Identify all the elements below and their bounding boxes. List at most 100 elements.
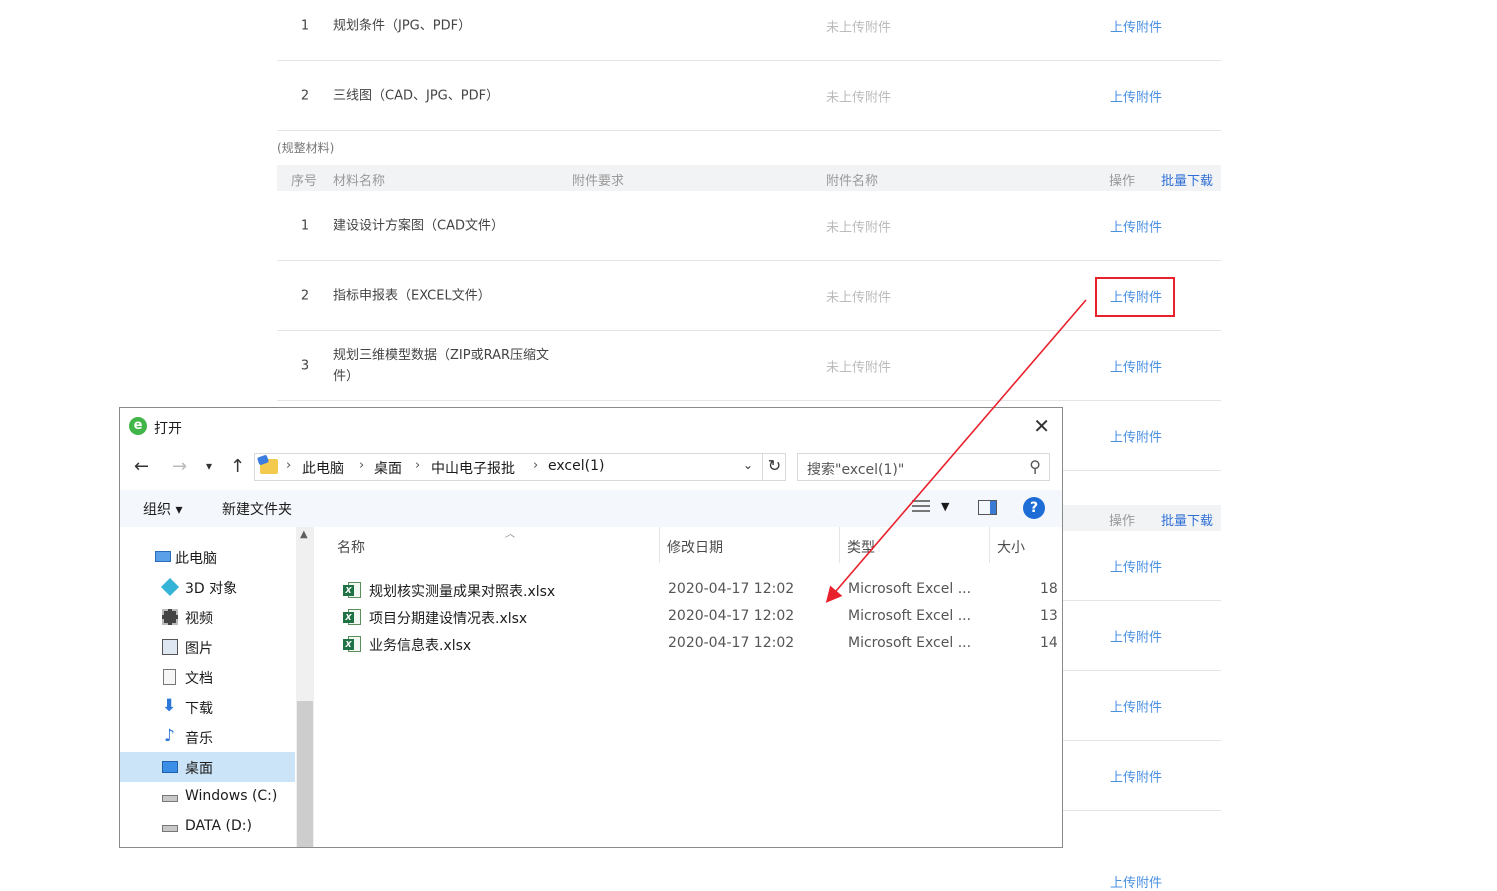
header-material: 材料名称 xyxy=(333,174,386,189)
sidebar-scrollbar[interactable]: ▲ xyxy=(296,527,314,847)
excel-file-icon: X xyxy=(343,635,361,653)
sidebar-item-desktop[interactable]: 桌面 xyxy=(120,752,295,782)
chevron-down-icon[interactable]: ⌄ xyxy=(743,458,753,472)
sidebar-item-label: 桌面 xyxy=(185,761,213,777)
forward-arrow-icon[interactable]: → xyxy=(172,456,187,477)
scrollbar-thumb[interactable] xyxy=(297,701,313,847)
column-label: 名称 xyxy=(337,540,365,556)
sidebar-item-drive-c[interactable]: Windows (C:) xyxy=(120,782,295,812)
cube-icon xyxy=(160,577,180,597)
sidebar-item-label: 此电脑 xyxy=(175,551,217,567)
bulk-download-link[interactable]: 批量下载 xyxy=(1161,170,1213,189)
header-operation: 操作 xyxy=(1109,514,1136,529)
chevron-right-icon: › xyxy=(286,458,292,473)
header-seq: 序号 xyxy=(291,174,318,189)
attachment-status: 未上传附件 xyxy=(826,20,892,35)
upload-attachment-link[interactable]: 上传附件 xyxy=(1110,556,1162,575)
file-modified: 2020-04-17 12:02 xyxy=(668,635,795,651)
dialog-titlebar: e 打开 ✕ xyxy=(120,408,1062,446)
upload-attachment-link[interactable]: 上传附件 xyxy=(1110,696,1162,715)
header-requirement: 附件要求 xyxy=(572,174,625,189)
column-header-size[interactable]: 大小 xyxy=(990,527,1062,563)
video-icon xyxy=(162,609,178,625)
up-arrow-icon[interactable]: ↑ xyxy=(230,456,245,477)
section-label: (规整材料) xyxy=(277,141,335,155)
file-size: 13 xyxy=(1040,608,1058,624)
drive-icon xyxy=(162,795,178,802)
sidebar-item-3d-objects[interactable]: 3D 对象 xyxy=(120,572,295,602)
header-operation: 操作 xyxy=(1109,174,1136,189)
back-arrow-icon[interactable]: ← xyxy=(134,456,149,477)
search-icon: ⚲ xyxy=(1029,457,1041,476)
sidebar-item-this-pc[interactable]: 此电脑 xyxy=(120,542,295,572)
table-row: 1 建设设计方案图（CAD文件） 未上传附件 上传附件 xyxy=(277,191,1221,261)
preview-pane-icon[interactable] xyxy=(978,500,997,515)
file-size: 18 xyxy=(1040,581,1058,597)
excel-file-icon: X xyxy=(343,608,361,626)
material-name: 规划条件（JPG、PDF） xyxy=(333,18,472,33)
material-name: 三线图（CAD、JPG、PDF） xyxy=(333,88,500,103)
sidebar-item-videos[interactable]: 视频 xyxy=(120,602,295,632)
sidebar-item-documents[interactable]: 文档 xyxy=(120,662,295,692)
refresh-icon[interactable]: ↻ xyxy=(762,453,786,481)
organize-button[interactable]: 组织 ▾ xyxy=(143,499,182,519)
upload-attachment-link[interactable]: 上传附件 xyxy=(1110,356,1162,375)
sidebar-item-downloads[interactable]: ⬇ 下载 xyxy=(120,692,295,722)
table-row: 2 三线图（CAD、JPG、PDF） 未上传附件 上传附件 xyxy=(277,61,1221,131)
column-label: 类型 xyxy=(847,540,875,556)
file-modified: 2020-04-17 12:02 xyxy=(668,581,795,597)
upload-attachment-link[interactable]: 上传附件 xyxy=(1110,626,1162,645)
sidebar-item-label: 图片 xyxy=(185,641,213,657)
upload-attachment-link[interactable]: 上传附件 xyxy=(1110,766,1162,785)
column-header-type[interactable]: 类型 xyxy=(840,527,990,563)
navigation-bar: ← → ▾ ↑ › 此电脑 › 桌面 › 中山电子报批 › excel(1) ⌄… xyxy=(120,452,1062,482)
music-icon: ♪ xyxy=(164,726,175,746)
breadcrumb-desktop[interactable]: 桌面 xyxy=(374,458,402,478)
material-name: 建设设计方案图（CAD文件） xyxy=(333,218,504,233)
view-options-icon[interactable] xyxy=(912,500,930,516)
breadcrumb-zhongshan[interactable]: 中山电子报批 xyxy=(431,458,515,478)
recent-dropdown-icon[interactable]: ▾ xyxy=(206,459,212,473)
search-input[interactable]: 搜索"excel(1)" ⚲ xyxy=(797,453,1050,481)
upload-attachment-link[interactable]: 上传附件 xyxy=(1110,872,1162,891)
column-header-modified[interactable]: 修改日期 xyxy=(660,527,840,563)
address-bar[interactable]: › 此电脑 › 桌面 › 中山电子报批 › excel(1) ⌄ xyxy=(254,453,786,481)
chevron-right-icon: › xyxy=(533,458,539,473)
column-header-name[interactable]: 名称 ︿ xyxy=(330,527,660,563)
sort-up-icon: ︿ xyxy=(505,529,515,540)
dialog-toolbar: 组织 ▾ 新建文件夹 ▼ ? xyxy=(120,490,1062,527)
file-name: 项目分期建设情况表.xlsx xyxy=(369,611,528,627)
breadcrumb-this-pc[interactable]: 此电脑 xyxy=(302,458,344,478)
help-icon[interactable]: ? xyxy=(1023,497,1045,519)
upload-attachment-link[interactable]: 上传附件 xyxy=(1110,216,1162,235)
sidebar-item-label: 视频 xyxy=(185,611,213,627)
file-row[interactable]: X 业务信息表.xlsx 2020-04-17 12:02 Microsoft … xyxy=(316,631,1062,658)
attachment-status: 未上传附件 xyxy=(826,220,892,235)
file-type: Microsoft Excel ... xyxy=(848,581,972,597)
file-row[interactable]: X 规划核实测量成果对照表.xlsx 2020-04-17 12:02 Micr… xyxy=(316,577,1062,604)
upload-attachment-link[interactable]: 上传附件 xyxy=(1110,426,1162,445)
upload-attachment-link[interactable]: 上传附件 xyxy=(1110,16,1162,35)
file-type: Microsoft Excel ... xyxy=(848,608,972,624)
breadcrumb-excel[interactable]: excel(1) xyxy=(548,458,604,474)
ie-icon: e xyxy=(129,417,147,435)
view-dropdown-icon[interactable]: ▼ xyxy=(941,500,949,513)
file-open-dialog: e 打开 ✕ ← → ▾ ↑ › 此电脑 › 桌面 › 中山电子报批 › exc… xyxy=(119,407,1063,848)
sidebar-item-label: 下载 xyxy=(185,701,213,717)
drive-icon xyxy=(162,825,178,832)
sidebar-item-drive-d[interactable]: DATA (D:) xyxy=(120,812,295,842)
bulk-download-link[interactable]: 批量下载 xyxy=(1161,510,1213,529)
navigation-pane: 此电脑 3D 对象 视频 图片 文档 ⬇ 下载 ♪ 音乐 桌面 Windows … xyxy=(120,527,315,847)
material-name: 指标申报表（EXCEL文件） xyxy=(333,288,491,303)
file-type: Microsoft Excel ... xyxy=(848,635,972,651)
sidebar-item-pictures[interactable]: 图片 xyxy=(120,632,295,662)
chevron-right-icon: › xyxy=(359,458,365,473)
close-button[interactable]: ✕ xyxy=(1033,414,1050,438)
scroll-up-icon[interactable]: ▲ xyxy=(300,529,308,540)
sidebar-item-music[interactable]: ♪ 音乐 xyxy=(120,722,295,752)
download-icon: ⬇ xyxy=(162,696,177,716)
file-row[interactable]: X 项目分期建设情况表.xlsx 2020-04-17 12:02 Micros… xyxy=(316,604,1062,631)
new-folder-button[interactable]: 新建文件夹 xyxy=(222,499,292,519)
column-label: 大小 xyxy=(997,540,1025,556)
upload-attachment-link[interactable]: 上传附件 xyxy=(1110,86,1162,105)
